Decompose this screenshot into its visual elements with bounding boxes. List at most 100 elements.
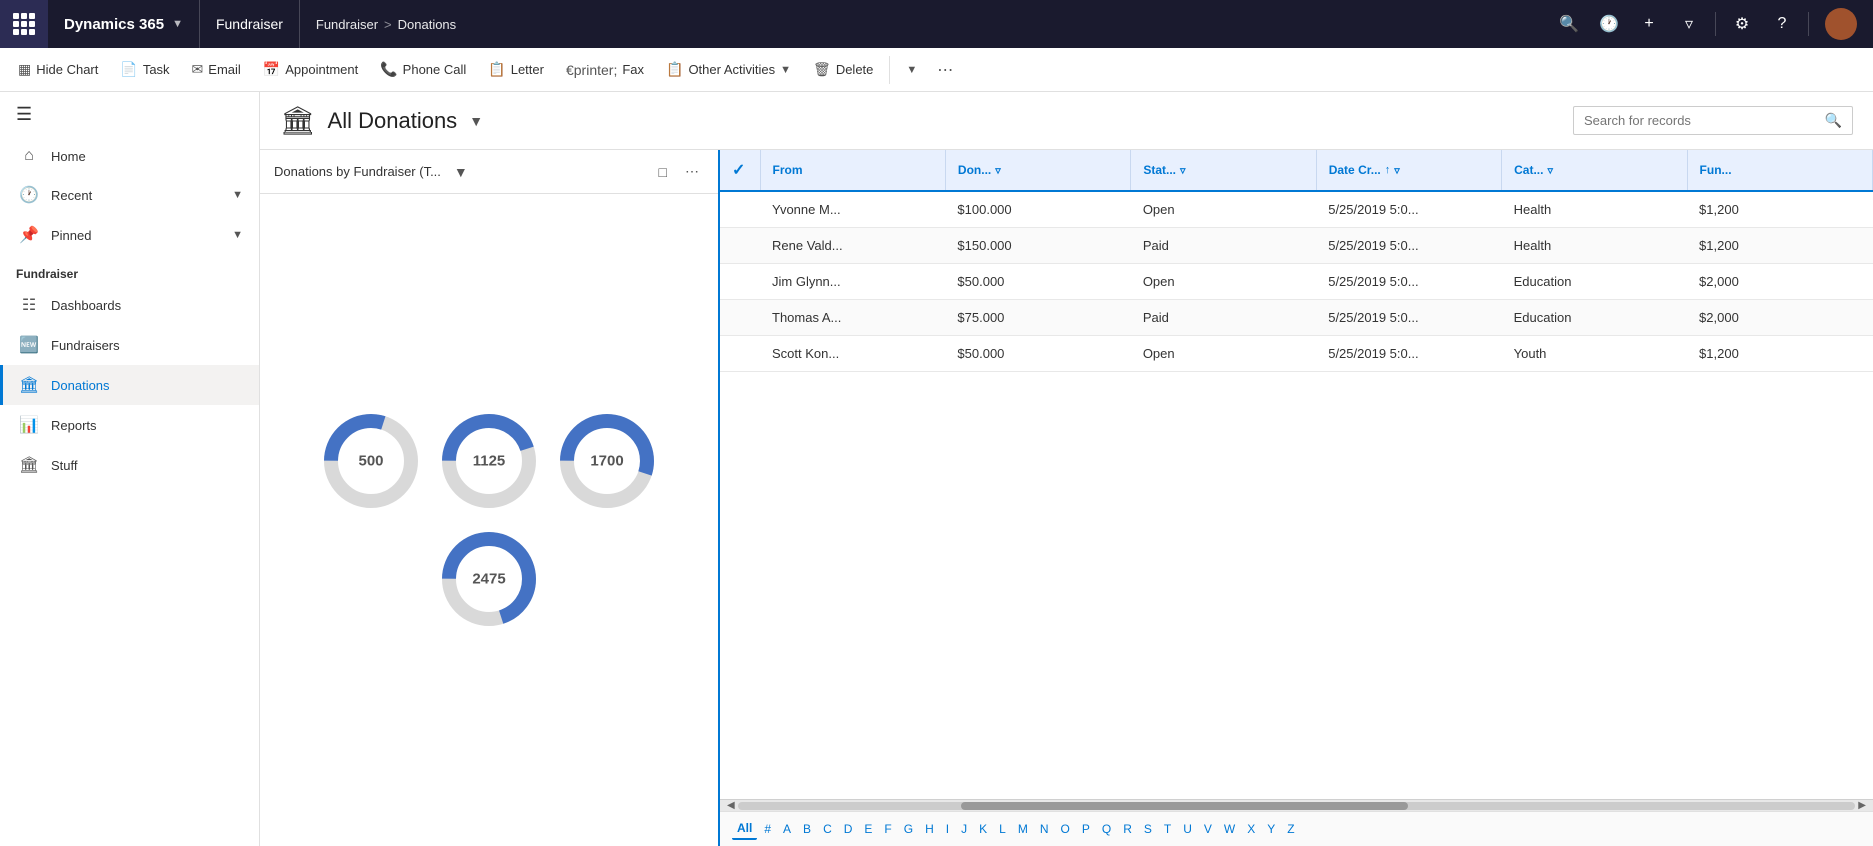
table-row[interactable]: Scott Kon... $50.000 Open 5/25/2019 5:0.… xyxy=(720,336,1873,372)
app-grid-button[interactable] xyxy=(0,0,48,48)
alpha-link-h[interactable]: H xyxy=(920,819,939,839)
alpha-link-t[interactable]: T xyxy=(1159,819,1176,839)
alpha-link-z[interactable]: Z xyxy=(1282,819,1299,839)
grid-table-wrapper[interactable]: ✓ From Don... ▿ xyxy=(720,150,1873,799)
new-record-button[interactable]: + xyxy=(1631,6,1667,42)
row-date-created: 5/25/2019 5:0... xyxy=(1316,300,1501,336)
table-row[interactable]: Jim Glynn... $50.000 Open 5/25/2019 5:0.… xyxy=(720,264,1873,300)
table-row[interactable]: Rene Vald... $150.000 Paid 5/25/2019 5:0… xyxy=(720,228,1873,264)
th-date-created[interactable]: Date Cr... ↑ ▿ xyxy=(1316,150,1501,191)
alpha-link-w[interactable]: W xyxy=(1219,819,1240,839)
alpha-link-p[interactable]: P xyxy=(1077,819,1095,839)
th-from[interactable]: From xyxy=(760,150,945,191)
alpha-link-i[interactable]: I xyxy=(941,819,954,839)
help-button[interactable]: ? xyxy=(1764,6,1800,42)
page-title-section: 🏛 All Donations ▼ xyxy=(280,104,483,137)
alpha-nav: All#ABCDEFGHIJKLMNOPQRSTUVWXYZ xyxy=(720,811,1873,846)
sidebar-item-recent[interactable]: 🕐 Recent ▼ xyxy=(0,175,259,215)
appointment-button[interactable]: 📅 Appointment xyxy=(253,55,368,84)
sidebar-item-pinned[interactable]: 📌 Pinned ▼ xyxy=(0,215,259,255)
row-check[interactable] xyxy=(720,300,760,336)
sidebar-item-home[interactable]: ⌂ Home xyxy=(0,137,259,175)
alpha-link-l[interactable]: L xyxy=(994,819,1011,839)
row-from: Yvonne M... xyxy=(760,191,945,228)
fax-button[interactable]: €printer; Fax xyxy=(556,56,654,84)
alpha-link-d[interactable]: D xyxy=(839,819,858,839)
alpha-link-o[interactable]: O xyxy=(1056,819,1075,839)
th-fundraiser[interactable]: Fun... xyxy=(1687,150,1872,191)
alpha-link-s[interactable]: S xyxy=(1139,819,1157,839)
th-category[interactable]: Cat... ▿ xyxy=(1502,150,1687,191)
sidebar-item-stuff[interactable]: 🏛 Stuff xyxy=(0,445,259,485)
table-row[interactable]: Yvonne M... $100.000 Open 5/25/2019 5:0.… xyxy=(720,191,1873,228)
letter-button[interactable]: 📋 Letter xyxy=(478,55,554,84)
alpha-link-n[interactable]: N xyxy=(1035,819,1054,839)
alpha-link-all[interactable]: All xyxy=(732,818,757,840)
email-button[interactable]: ✉ Email xyxy=(182,55,251,84)
table-body: Yvonne M... $100.000 Open 5/25/2019 5:0.… xyxy=(720,191,1873,372)
row-check[interactable] xyxy=(720,228,760,264)
grid-scrollbar[interactable]: ◀ ▶ xyxy=(720,799,1873,811)
delete-button[interactable]: 🗑 Delete xyxy=(803,55,883,84)
hide-chart-button[interactable]: ▦ Hide Chart xyxy=(8,55,108,84)
phone-call-button[interactable]: 📞 Phone Call xyxy=(370,55,476,84)
alpha-link-q[interactable]: Q xyxy=(1097,819,1116,839)
alpha-link-g[interactable]: G xyxy=(899,819,918,839)
alpha-link-v[interactable]: V xyxy=(1199,819,1217,839)
alpha-link-m[interactable]: M xyxy=(1013,819,1033,839)
chart-title-dropdown-icon[interactable]: ▼ xyxy=(449,161,473,183)
top-nav-actions: 🔍 🕐 + ▿ ⚙ ? xyxy=(1543,6,1873,42)
title-dropdown-icon[interactable]: ▼ xyxy=(469,113,483,129)
alpha-link-y[interactable]: Y xyxy=(1262,819,1280,839)
alpha-link-j[interactable]: J xyxy=(956,819,972,839)
row-check[interactable] xyxy=(720,264,760,300)
breadcrumb-root[interactable]: Fundraiser xyxy=(316,17,378,32)
chart-more-button[interactable]: ⋯ xyxy=(680,160,704,183)
app-name-section[interactable]: Dynamics 365 ▼ xyxy=(48,0,200,48)
row-check[interactable] xyxy=(720,191,760,228)
sidebar-item-reports-label: Reports xyxy=(51,418,97,433)
nav-divider-2 xyxy=(1808,12,1809,36)
toolbar-expand-button[interactable]: ▼ xyxy=(896,58,927,82)
search-box[interactable]: 🔍 xyxy=(1573,106,1853,135)
split-pane: Donations by Fundraiser (T... ▼ □ ⋯ 500 xyxy=(260,150,1873,846)
settings-button[interactable]: ⚙ xyxy=(1724,6,1760,42)
alpha-link-a[interactable]: A xyxy=(778,819,796,839)
donation-filter-icon: ▿ xyxy=(995,164,1001,177)
alpha-link-x[interactable]: X xyxy=(1242,819,1260,839)
sidebar-item-donations[interactable]: 🏛 Donations xyxy=(0,365,259,405)
alpha-link-e[interactable]: E xyxy=(859,819,877,839)
alpha-link-k[interactable]: K xyxy=(974,819,992,839)
alpha-link-u[interactable]: U xyxy=(1178,819,1197,839)
other-activities-button[interactable]: 📋 Other Activities ▼ xyxy=(656,55,801,84)
search-button[interactable]: 🔍 xyxy=(1551,6,1587,42)
alpha-link-f[interactable]: F xyxy=(879,819,896,839)
scroll-left-arrow[interactable]: ◀ xyxy=(724,800,738,811)
sidebar-toggle[interactable]: ☰ xyxy=(0,92,259,137)
module-name[interactable]: Fundraiser xyxy=(200,0,300,48)
row-check[interactable] xyxy=(720,336,760,372)
sidebar-item-fundraisers[interactable]: 🆕 Fundraisers xyxy=(0,325,259,365)
scrollbar-thumb[interactable] xyxy=(961,802,1408,810)
scroll-right-arrow[interactable]: ▶ xyxy=(1855,800,1869,811)
task-button[interactable]: 📄 Task xyxy=(110,55,179,84)
user-avatar[interactable] xyxy=(1825,8,1857,40)
th-check[interactable]: ✓ xyxy=(720,150,760,191)
th-donation[interactable]: Don... ▿ xyxy=(945,150,1130,191)
alpha-link-#[interactable]: # xyxy=(759,819,776,839)
th-status[interactable]: Stat... ▿ xyxy=(1131,150,1316,191)
row-donation: $150.000 xyxy=(945,228,1130,264)
sidebar-item-reports[interactable]: 📊 Reports xyxy=(0,405,259,445)
advanced-find-button[interactable]: ▿ xyxy=(1671,6,1707,42)
fundraisers-icon: 🆕 xyxy=(19,335,39,355)
chart-expand-button[interactable]: □ xyxy=(654,161,672,183)
alpha-link-r[interactable]: R xyxy=(1118,819,1137,839)
toolbar-more-button[interactable]: ⋯ xyxy=(929,54,961,86)
recent-items-button[interactable]: 🕐 xyxy=(1591,6,1627,42)
table-row[interactable]: Thomas A... $75.000 Paid 5/25/2019 5:0..… xyxy=(720,300,1873,336)
sidebar-item-dashboards[interactable]: ☷ Dashboards xyxy=(0,285,259,325)
scrollbar-track[interactable] xyxy=(738,802,1856,810)
alpha-link-b[interactable]: B xyxy=(798,819,816,839)
alpha-link-c[interactable]: C xyxy=(818,819,837,839)
search-input[interactable] xyxy=(1584,113,1817,128)
